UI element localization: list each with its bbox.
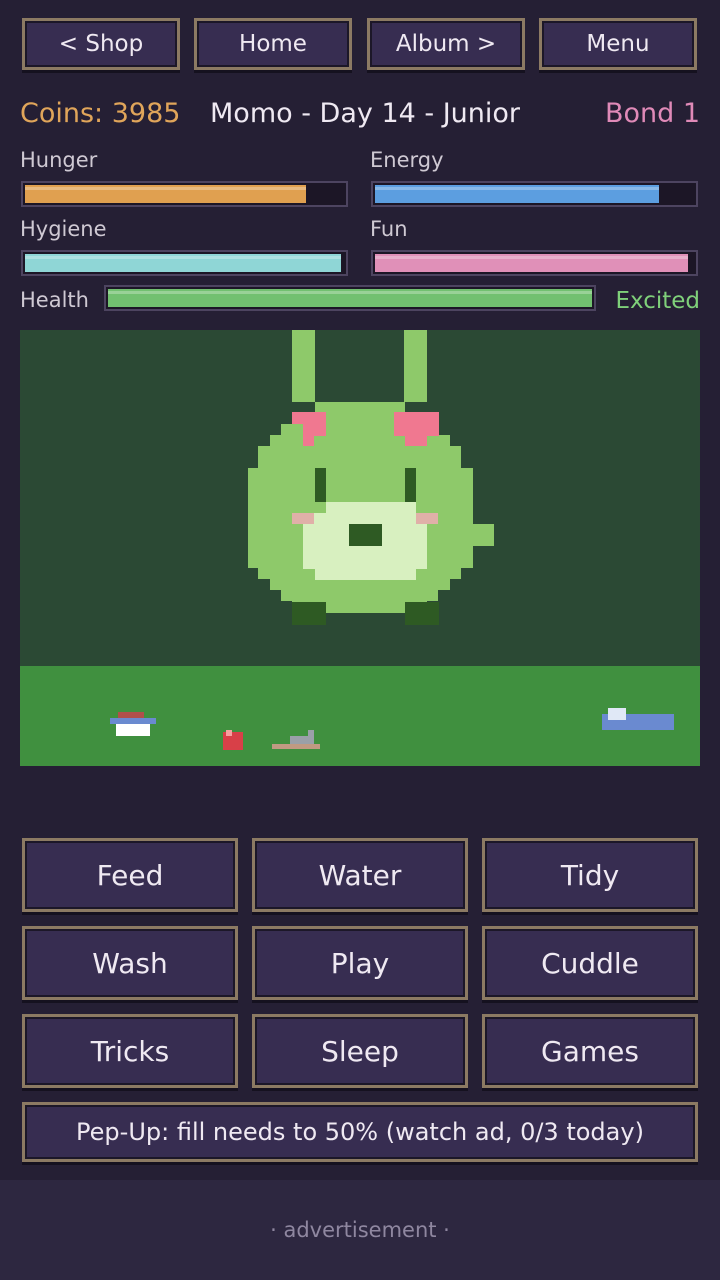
mood-status: Excited — [615, 288, 700, 314]
energy-bar-fill — [375, 185, 659, 203]
fun-bar-fill — [375, 254, 688, 272]
coins-counter: Coins: 3985 — [20, 98, 181, 129]
play-button[interactable]: Play — [252, 926, 468, 1000]
tricks-button[interactable]: Tricks — [22, 1014, 238, 1088]
health-bar — [104, 285, 596, 311]
hygiene-label: Hygiene — [20, 217, 107, 241]
pet-scene[interactable] — [20, 330, 700, 766]
toy-mouse-icon[interactable] — [270, 728, 320, 750]
water-button[interactable]: Water — [252, 838, 468, 912]
cuddle-button[interactable]: Cuddle — [482, 926, 698, 1000]
pet-title: Momo - Day 14 - Junior — [210, 98, 521, 129]
hygiene-bar-fill — [25, 254, 341, 272]
feed-button[interactable]: Feed — [22, 838, 238, 912]
sleep-button[interactable]: Sleep — [252, 1014, 468, 1088]
pep-up-button[interactable]: Pep-Up: fill needs to 50% (watch ad, 0/3… — [22, 1102, 698, 1162]
album-button[interactable]: Album > — [367, 18, 525, 70]
hunger-bar-fill — [25, 185, 306, 203]
fun-bar — [371, 250, 698, 276]
hunger-label: Hunger — [20, 148, 98, 172]
advertisement-banner[interactable]: · advertisement · — [0, 1180, 720, 1280]
bond-level: Bond 1 — [604, 98, 700, 129]
pet-sprite[interactable] — [20, 330, 700, 658]
energy-bar — [371, 181, 698, 207]
pet-bed-icon[interactable] — [602, 708, 676, 730]
fun-label: Fun — [370, 217, 408, 241]
energy-label: Energy — [370, 148, 444, 172]
advertisement-label: · advertisement · — [270, 1218, 450, 1242]
games-button[interactable]: Games — [482, 1014, 698, 1088]
health-bar-fill — [108, 289, 592, 307]
hygiene-bar — [21, 250, 348, 276]
apple-icon[interactable] — [223, 730, 243, 750]
food-bowl-icon[interactable] — [108, 712, 158, 738]
tidy-button[interactable]: Tidy — [482, 838, 698, 912]
home-button[interactable]: Home — [194, 18, 352, 70]
hunger-bar — [21, 181, 348, 207]
menu-button[interactable]: Menu — [539, 18, 697, 70]
health-label: Health — [20, 288, 89, 312]
shop-button[interactable]: < Shop — [22, 18, 180, 70]
wash-button[interactable]: Wash — [22, 926, 238, 1000]
